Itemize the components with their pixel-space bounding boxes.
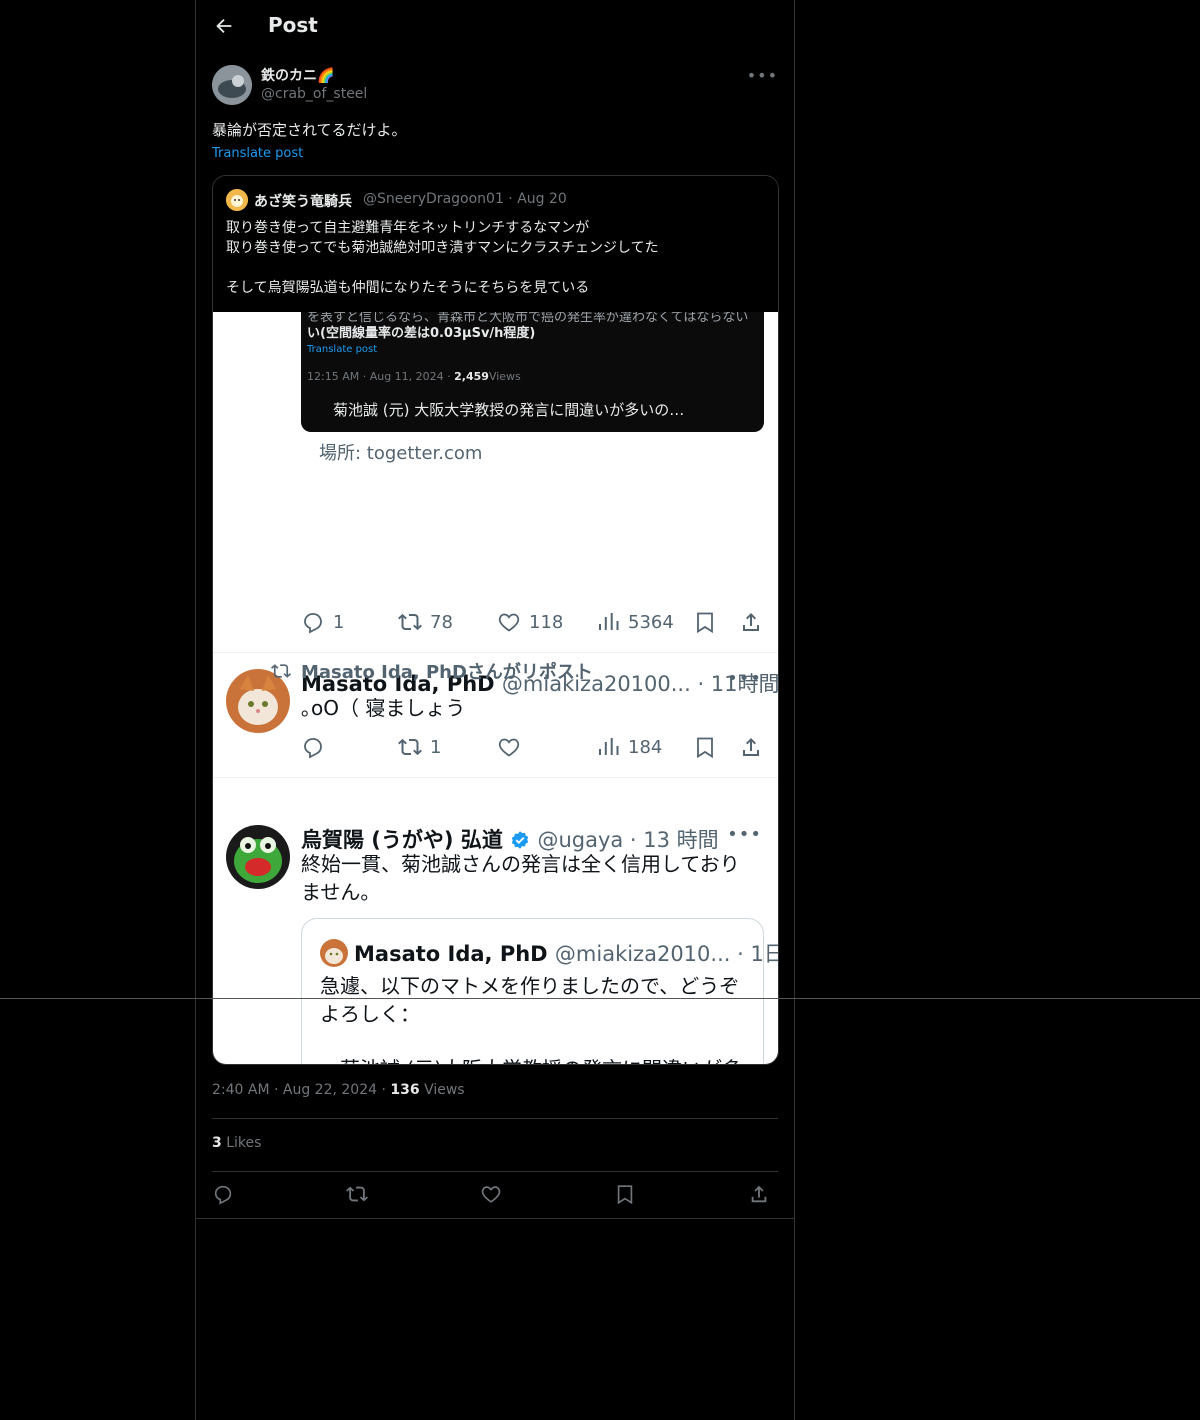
- nested-quote: Masato Ida, PhD @miakiza2010... · 1日 急遽、…: [301, 918, 778, 1064]
- like-button: 118: [497, 607, 563, 637]
- author-name[interactable]: 鉄のカニ🌈: [261, 65, 334, 85]
- views-count: 184: [596, 732, 662, 762]
- inner-tweet-text: い(空間線量率の差は0.03μSv/h程度): [307, 326, 536, 341]
- back-arrow-icon[interactable]: [213, 15, 235, 37]
- nested-quote-text: 急遽、以下のマトメを作りましたので、どうぞよろしく：: [320, 974, 740, 1026]
- post-timestamp: 2:40 AM · Aug 22, 2024 · 136 Views: [212, 1082, 465, 1098]
- heart-icon: [498, 738, 520, 757]
- quoted-text-line: 取り巻き使ってでも菊池誠絶対叩き潰すマンにクラスチェンジしてた: [226, 240, 659, 256]
- divider: [213, 652, 778, 653]
- reply-icon: [304, 738, 322, 759]
- bookmark-icon: [697, 612, 713, 634]
- bookmark-icon[interactable]: [614, 1183, 636, 1205]
- avatar: [320, 939, 348, 967]
- likes-count[interactable]: 3 Likes: [212, 1135, 261, 1151]
- inner-translate-link: Translate post: [307, 344, 378, 355]
- divider: [213, 777, 778, 778]
- repost-indicator: Masato Ida, PhDさんがリポスト: [271, 658, 593, 684]
- divider: [212, 1171, 778, 1172]
- verified-badge-icon: [511, 831, 529, 849]
- share-icon[interactable]: [748, 1183, 770, 1205]
- analytics-icon: [599, 738, 619, 755]
- quoted-post-header: あざ笑う竜騎兵 @SneeryDragoon01 · Aug 20 取り巻き使っ…: [213, 176, 778, 312]
- heart-icon: [498, 613, 520, 632]
- repost-icon[interactable]: [346, 1183, 368, 1205]
- reply-icon: [304, 613, 322, 634]
- nested-quote-author: Masato Ida, PhD @miakiza2010... · 1日: [354, 942, 779, 966]
- inner-tweet-card: を表すと信じるなら、青森市と大阪市で癌の発生率が違わなくてはならない い(空間線…: [301, 312, 764, 432]
- bookmark-button: [693, 732, 717, 762]
- share-icon: [743, 738, 759, 756]
- views-count: 5364: [596, 607, 674, 637]
- like-button: [497, 732, 521, 762]
- nested-quote-text: 菊池誠 (元)大阪大学教授の発言に間違いが多いので、指摘しておきます。 toge…: [320, 1055, 750, 1064]
- post-author: 鉄のカニ🌈 @crab_of_steel •••: [212, 64, 778, 108]
- share-icon: [743, 613, 759, 631]
- bookmark-icon: [697, 737, 713, 759]
- link-card-title: 菊池誠 (元) 大阪大学教授の発言に間違いが多いの…: [333, 401, 685, 419]
- action-bar: 1 78 118 5364: [301, 607, 764, 637]
- quoted-author-name: あざ笑う竜騎兵: [254, 194, 352, 210]
- post-action-bar: [212, 1183, 778, 1207]
- heart-icon[interactable]: [480, 1183, 502, 1205]
- main-column: Post 鉄のカニ🌈 @crab_of_steel ••• 暴論が否定されてるだ…: [195, 0, 795, 1420]
- more-options-icon: •••: [727, 824, 762, 845]
- quoted-text-line: 取り巻き使って自主避難青年をネットリンチするなマンが: [226, 220, 590, 236]
- top-header: Post: [196, 0, 794, 54]
- divider: [196, 1218, 794, 1219]
- repost-icon: [398, 613, 422, 631]
- repost-button: 1: [398, 732, 441, 762]
- bookmark-button: [693, 607, 717, 637]
- share-button: [739, 607, 763, 637]
- reply-button: [301, 732, 325, 762]
- more-options-icon[interactable]: •••: [747, 66, 778, 85]
- author-handle[interactable]: @crab_of_steel: [261, 86, 367, 102]
- reply-button: 1: [301, 607, 344, 637]
- inner-tweet-meta: 12:15 AM · Aug 11, 2024 · 2,459Views: [307, 370, 521, 383]
- overlay-guide-line: [0, 998, 1200, 999]
- quoted-post[interactable]: あざ笑う竜騎兵 @SneeryDragoon01 · Aug 20 取り巻き使っ…: [212, 175, 779, 1065]
- repost-icon: [271, 664, 291, 678]
- quoted-author-meta: @SneeryDragoon01 · Aug 20: [363, 191, 567, 207]
- embedded-screenshot: を表すと信じるなら、青森市と大阪市で癌の発生率が違わなくてはならない い(空間線…: [213, 312, 778, 1064]
- repost-icon: [398, 738, 422, 756]
- repost-button: 78: [398, 607, 453, 637]
- analytics-icon: [599, 613, 619, 630]
- quoted-text-line: そして烏賀陽弘道も仲間になりたそうにそちらを見ている: [226, 280, 590, 296]
- link-source: 場所: togetter.com: [319, 443, 483, 464]
- translate-post-link[interactable]: Translate post: [212, 146, 303, 161]
- quoted-avatar: [226, 189, 248, 211]
- post-text: 暴論が否定されてるだけよ。: [212, 121, 407, 139]
- page-title: Post: [268, 13, 318, 37]
- avatar: [226, 825, 290, 889]
- tweet-text: 終始一貫、菊池誠さんの発言は全く信用しておりません。: [301, 852, 740, 904]
- avatar[interactable]: [212, 65, 252, 105]
- tweet-text: ｡oO（ 寝ましょう: [301, 696, 466, 720]
- share-button: [739, 732, 763, 762]
- more-options-icon: •••: [727, 668, 762, 689]
- reply-icon[interactable]: [212, 1183, 234, 1205]
- action-bar: 1 184: [301, 732, 764, 762]
- divider: [212, 1118, 778, 1119]
